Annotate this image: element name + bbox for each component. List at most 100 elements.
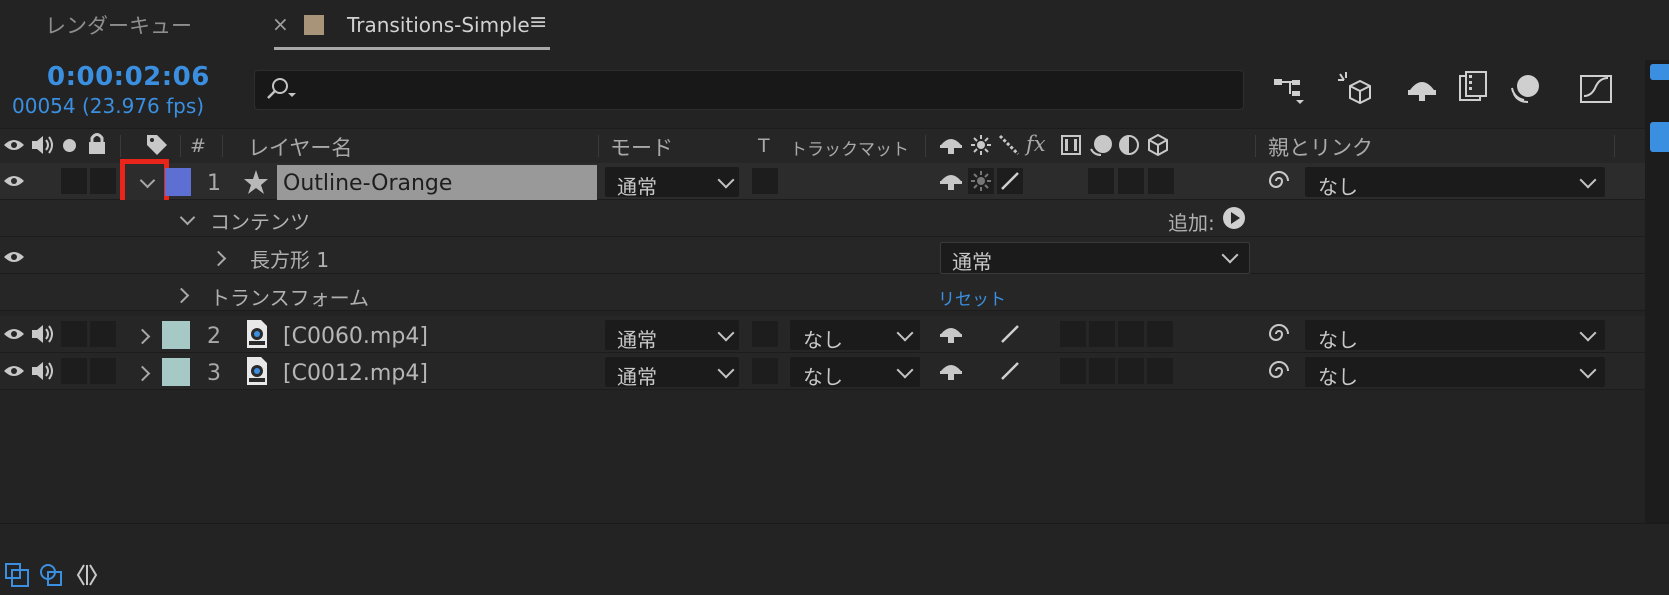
layer-1-motion-blur-toggle[interactable] <box>1088 168 1114 194</box>
label-tag-icon[interactable] <box>145 133 169 157</box>
frame-blending-icon[interactable] <box>1456 70 1492 106</box>
layer-3-name[interactable]: [C0012.mp4] <box>283 361 428 386</box>
eye-icon[interactable] <box>2 136 26 154</box>
preserve-transparency-header: T <box>758 135 770 157</box>
add-label: 追加: <box>1168 211 1215 235</box>
in-out-controls-icon[interactable] <box>74 562 100 588</box>
effects-header: fx <box>1026 132 1046 156</box>
layer-1-visibility-icon[interactable] <box>2 172 26 190</box>
3d-layer-icon[interactable] <box>1146 133 1170 157</box>
panel-menu-icon[interactable]: ≡ <box>529 10 547 35</box>
layer-1-preserve-transparency[interactable] <box>752 168 778 194</box>
contents-label: コンテンツ <box>210 210 310 234</box>
parent-link-header: 親とリンク <box>1268 136 1373 160</box>
layer-2-parent-value: なし <box>1318 328 1358 352</box>
layer-2-quality-icon[interactable] <box>999 323 1021 345</box>
composition-color-swatch <box>304 15 324 35</box>
comp-flowchart-icon[interactable] <box>1272 70 1308 106</box>
layer-2-name[interactable]: [C0060.mp4] <box>283 324 428 349</box>
layer-2-preserve-transparency[interactable] <box>752 321 778 347</box>
transform-label: トランスフォーム <box>210 286 369 310</box>
layer-1-mode-value: 通常 <box>617 175 657 199</box>
track-matte-header: トラックマット <box>790 140 909 160</box>
current-time-display[interactable]: 0:00:02:06 <box>47 62 210 92</box>
rectangle-1-visibility-icon[interactable] <box>2 248 26 266</box>
layer-2-visibility-icon[interactable] <box>2 325 26 343</box>
footage-file-icon <box>247 357 267 385</box>
layer-1-label-color[interactable] <box>165 168 191 196</box>
frame-count-display: 00054 (23.976 fps) <box>12 94 205 118</box>
layer-3-quality-icon[interactable] <box>999 360 1021 382</box>
graph-editor-icon[interactable] <box>1578 70 1614 106</box>
layer-2-solo-toggle[interactable] <box>61 321 87 347</box>
tab-transitions-simple[interactable]: Transitions-Simple <box>347 13 530 37</box>
layer-2-motion-blur-toggle[interactable] <box>1089 321 1115 347</box>
sun-icon <box>971 171 991 191</box>
layer-3-audio-icon[interactable] <box>30 360 56 382</box>
layer-3-motion-blur-toggle[interactable] <box>1089 358 1115 384</box>
motion-blur-switch-icon[interactable] <box>1088 133 1114 157</box>
layer-1-solo-toggle[interactable] <box>61 168 87 194</box>
current-time-indicator[interactable] <box>1650 122 1669 152</box>
layer-1-pick-whip-icon[interactable] <box>1266 169 1292 193</box>
layer-3-3d-toggle[interactable] <box>1147 358 1173 384</box>
layer-3-solo-toggle[interactable] <box>61 358 87 384</box>
quality-line-icon <box>1001 172 1019 190</box>
motion-blur-icon[interactable] <box>1508 70 1544 106</box>
layer-3-adjustment-toggle[interactable] <box>1118 358 1144 384</box>
layer-3-frame-blend-toggle[interactable] <box>1060 358 1086 384</box>
layer-3-parent-value: なし <box>1318 365 1358 389</box>
layer-2-pick-whip-icon[interactable] <box>1266 322 1292 346</box>
layer-2-lock-toggle[interactable] <box>90 321 116 347</box>
layer-1-name: Outline-Orange <box>283 171 453 196</box>
panel-tab-bar <box>0 0 1669 52</box>
layer-2-3d-toggle[interactable] <box>1147 321 1173 347</box>
layer-2-audio-icon[interactable] <box>30 323 56 345</box>
work-area-start-handle[interactable] <box>1650 64 1669 80</box>
tab-render-queue[interactable]: レンダーキュー <box>45 10 192 40</box>
audio-icon[interactable] <box>30 134 56 156</box>
layer-2-frame-blend-toggle[interactable] <box>1060 321 1086 347</box>
layer-number-header: # <box>190 135 206 157</box>
layer-3-lock-toggle[interactable] <box>90 358 116 384</box>
transfer-controls-icon[interactable] <box>38 562 64 588</box>
layer-2-mode-value: 通常 <box>617 328 657 352</box>
layer-2-label-color[interactable] <box>162 321 190 349</box>
adjustment-layer-icon[interactable] <box>1118 134 1140 156</box>
layer-1-lock-toggle[interactable] <box>90 168 116 194</box>
shy-switch-icon[interactable] <box>938 133 964 157</box>
layer-3-number: 3 <box>207 361 221 386</box>
search-icon[interactable] <box>264 76 298 102</box>
layer-2-shy-icon[interactable] <box>938 322 964 346</box>
layer-name-header[interactable]: レイヤー名 <box>248 132 352 162</box>
layer-3-preserve-transparency[interactable] <box>752 358 778 384</box>
layer-3-track-matte-value: なし <box>803 365 843 389</box>
layer-1-number: 1 <box>207 171 221 196</box>
rectangle-1-label: 長方形 1 <box>250 248 330 272</box>
layer-1-shy-icon[interactable] <box>938 169 964 193</box>
layer-2-adjustment-toggle[interactable] <box>1118 321 1144 347</box>
frame-blend-switch-icon[interactable] <box>1060 134 1082 156</box>
rectangle-1-row[interactable] <box>0 237 1645 274</box>
draft-3d-icon[interactable] <box>1336 70 1372 106</box>
layer-switches-icon[interactable] <box>4 562 30 588</box>
layer-3-pick-whip-icon[interactable] <box>1266 359 1292 383</box>
active-tab-indicator <box>274 47 550 50</box>
solo-icon[interactable] <box>63 139 76 152</box>
layer-3-label-color[interactable] <box>162 358 190 386</box>
collapse-transform-icon[interactable] <box>970 134 992 156</box>
layer-3-mode-value: 通常 <box>617 365 657 389</box>
mode-header: モード <box>610 136 673 160</box>
layer-1-adjustment-toggle[interactable] <box>1118 168 1144 194</box>
shy-layers-icon[interactable] <box>1404 70 1440 106</box>
quality-icon[interactable] <box>998 134 1020 156</box>
lock-icon[interactable] <box>87 131 107 155</box>
layer-search-input[interactable] <box>254 70 1244 110</box>
layer-3-shy-icon[interactable] <box>938 359 964 383</box>
layer-1-parent-value: なし <box>1318 175 1358 199</box>
layer-3-visibility-icon[interactable] <box>2 362 26 380</box>
add-menu-play-icon[interactable] <box>1222 206 1246 230</box>
tab-close-button[interactable]: × <box>272 12 289 36</box>
transform-reset-link[interactable]: リセット <box>938 285 1006 310</box>
layer-1-3d-toggle[interactable] <box>1148 168 1174 194</box>
